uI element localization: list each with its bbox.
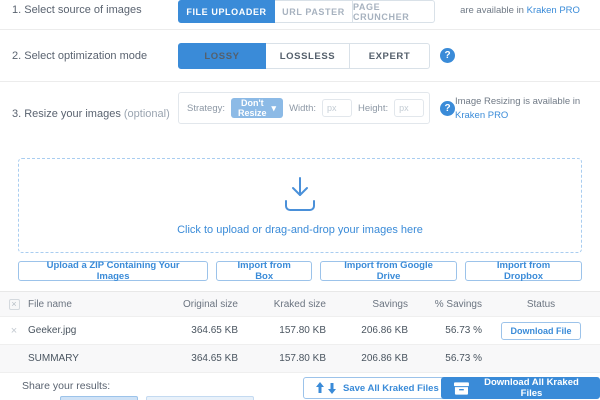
import-google-drive-button[interactable]: Import from Google Drive: [320, 261, 457, 281]
chevron-down-icon: ▾: [272, 103, 277, 114]
header-file-name: File name: [28, 299, 150, 310]
upload-zip-button[interactable]: Upload a ZIP Containing Your Images: [18, 261, 208, 281]
import-box-button[interactable]: Import from Box: [216, 261, 312, 281]
source-tabs: FILE UPLOADER URL PASTER PAGE CRUNCHER: [178, 0, 435, 23]
resize-options-box: Strategy: Don't Resize ▾ Width: Height:: [178, 92, 430, 124]
results-table: × File name Original size Kraked size Sa…: [0, 291, 600, 373]
download-all-label: Download All Kraked Files: [476, 377, 587, 399]
header-savings: Savings: [326, 299, 408, 310]
pro-note-top-text: are available in: [460, 5, 527, 16]
table-summary-row: SUMMARY 364.65 KB 157.80 KB 206.86 KB 56…: [0, 345, 600, 373]
height-label: Height:: [358, 103, 388, 114]
summary-label: SUMMARY: [28, 353, 150, 364]
kraken-optimizer-page: 1. Select source of images FILE UPLOADER…: [0, 0, 600, 400]
download-all-kraked-files-button[interactable]: Download All Kraked Files: [441, 377, 600, 399]
remove-file-icon[interactable]: ×: [11, 325, 17, 337]
import-button-row: Upload a ZIP Containing Your Images Impo…: [18, 261, 582, 281]
cell-savings: 206.86 KB: [326, 325, 408, 336]
tab-file-uploader[interactable]: FILE UPLOADER: [178, 0, 275, 23]
tab-expert[interactable]: EXPERT: [350, 43, 430, 69]
strategy-dropdown[interactable]: Don't Resize ▾: [231, 98, 283, 118]
height-input[interactable]: [394, 99, 424, 117]
save-all-label: Save All Kraked Files: [343, 383, 439, 394]
table-row: × Geeker.jpg 364.65 KB 157.80 KB 206.86 …: [0, 317, 600, 345]
mode-tabs: LOSSY LOSSLESS EXPERT: [178, 43, 430, 69]
tab-lossy[interactable]: LOSSY: [178, 43, 266, 69]
step-resize-label: 3. Resize your images (optional): [12, 108, 170, 120]
step-source-row: 1. Select source of images FILE UPLOADER…: [0, 0, 600, 29]
import-dropbox-button[interactable]: Import from Dropbox: [465, 261, 582, 281]
step-mode-row: 2. Select optimization mode LOSSY LOSSLE…: [0, 29, 600, 81]
summary-pct-savings: 56.73 %: [408, 353, 482, 364]
width-input[interactable]: [322, 99, 352, 117]
tab-url-paster[interactable]: URL PASTER: [275, 0, 353, 23]
summary-savings: 206.86 KB: [326, 353, 408, 364]
upload-dropzone[interactable]: Click to upload or drag-and-drop your im…: [18, 158, 582, 253]
cell-kraked-size: 157.80 KB: [238, 325, 326, 336]
step-resize-optional: (optional): [124, 108, 170, 120]
resize-help-icon[interactable]: ?: [440, 101, 455, 116]
tab-lossless[interactable]: LOSSLESS: [266, 43, 350, 69]
cell-original-size: 364.65 KB: [150, 325, 238, 336]
width-label: Width:: [289, 103, 316, 114]
share-button-1[interactable]: [60, 396, 138, 400]
download-file-button[interactable]: Download File: [501, 322, 580, 340]
tab-page-cruncher[interactable]: PAGE CRUNCHER: [353, 0, 435, 23]
summary-kraked-size: 157.80 KB: [238, 353, 326, 364]
kraken-pro-link-resize[interactable]: Kraken PRO: [455, 110, 508, 121]
summary-original-size: 364.65 KB: [150, 353, 238, 364]
kraken-pro-link[interactable]: Kraken PRO: [527, 5, 580, 16]
table-header-row: × File name Original size Kraked size Sa…: [0, 291, 600, 317]
step-mode-label: 2. Select optimization mode: [12, 50, 147, 62]
upload-arrow-icon: [279, 176, 321, 214]
dropzone-text: Click to upload or drag-and-drop your im…: [177, 224, 423, 236]
cell-file-name: Geeker.jpg: [28, 325, 150, 336]
pro-note-resize-text: Image Resizing is available in: [455, 96, 580, 107]
header-pct-savings: % Savings: [408, 299, 482, 310]
cell-pct-savings: 56.73 %: [408, 325, 482, 336]
share-button-2[interactable]: [146, 396, 254, 400]
archive-icon: [454, 382, 469, 395]
cloud-export-icon: [316, 382, 336, 394]
share-results-label: Share your results:: [22, 380, 110, 392]
strategy-label: Strategy:: [187, 103, 225, 114]
step-resize-label-text: 3. Resize your images: [12, 108, 124, 120]
step-source-label: 1. Select source of images: [12, 4, 142, 16]
clear-all-icon[interactable]: ×: [9, 299, 20, 310]
strategy-value: Don't Resize: [238, 98, 267, 118]
header-status: Status: [482, 299, 600, 310]
header-kraked-size: Kraked size: [238, 299, 326, 310]
pro-note-top: are available in Kraken PRO: [455, 4, 585, 18]
pro-note-resize: Image Resizing is available in Kraken PRO: [455, 95, 585, 123]
mode-help-icon[interactable]: ?: [440, 48, 455, 63]
save-all-kraked-files-button[interactable]: Save All Kraked Files: [303, 377, 452, 399]
header-original-size: Original size: [150, 299, 238, 310]
